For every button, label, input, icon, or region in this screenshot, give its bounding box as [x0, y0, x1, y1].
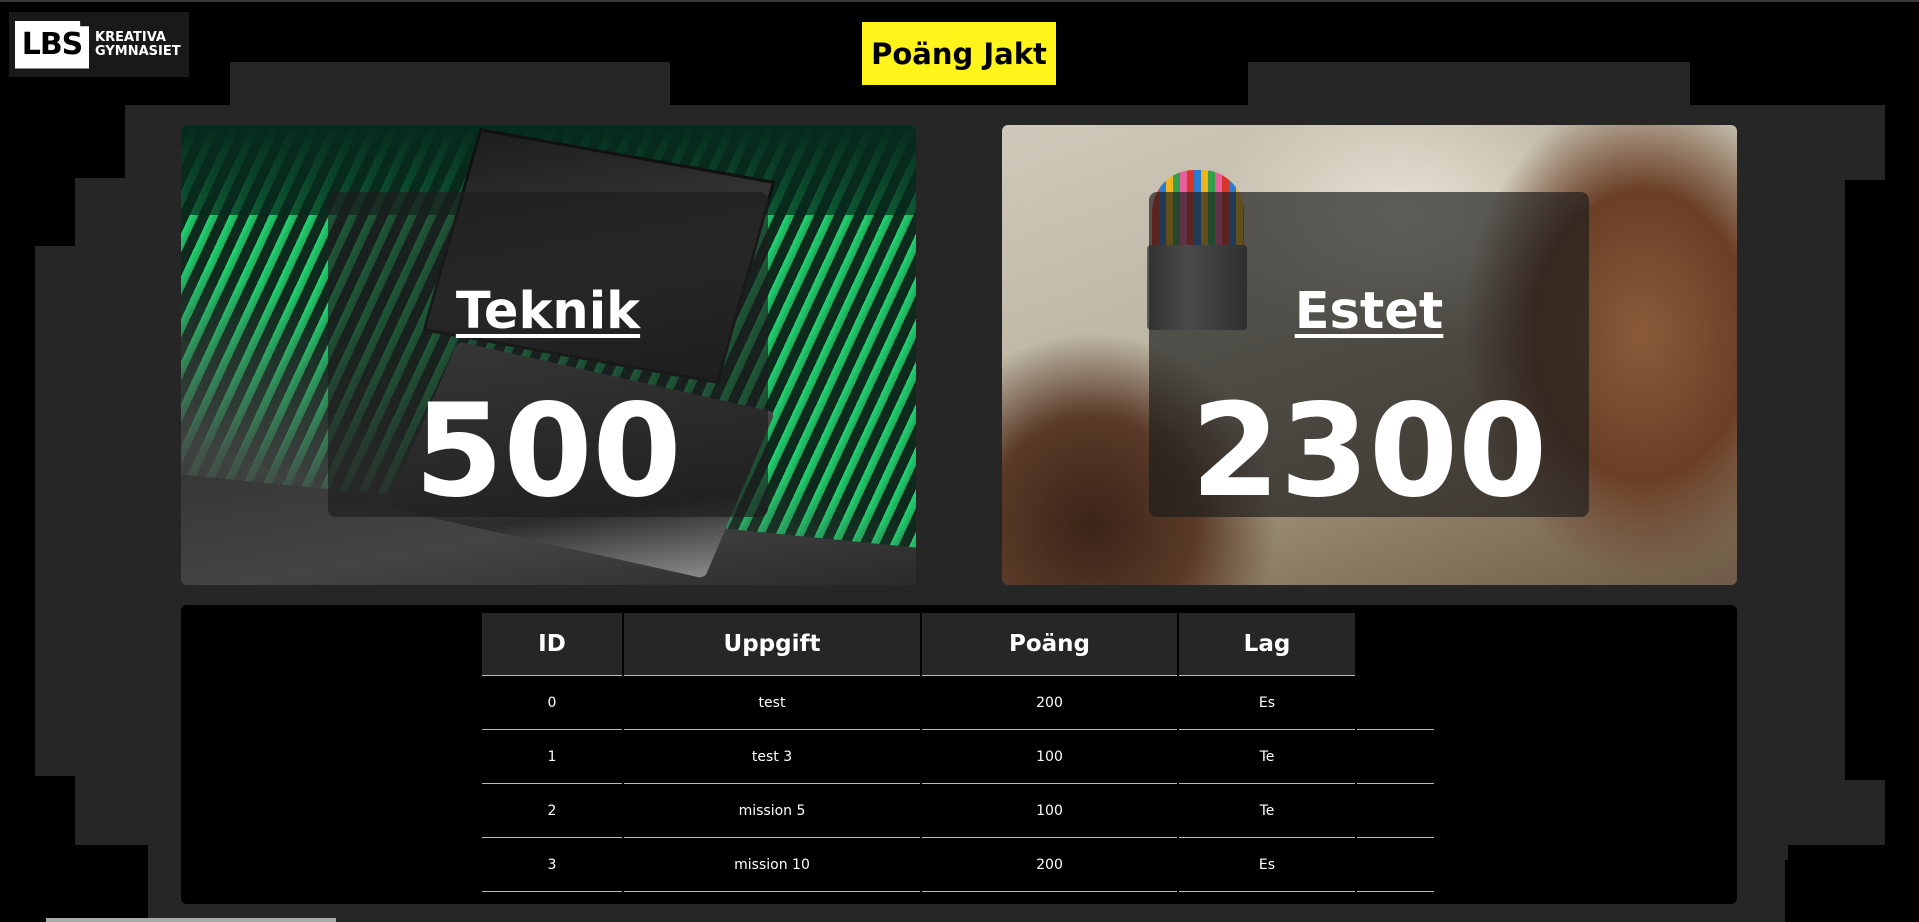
cell-poang: 100	[922, 784, 1177, 838]
cell-uppgift: mission 10	[624, 838, 920, 892]
table-header-row: ID Uppgift Poäng Lag	[482, 613, 1434, 676]
table-row: 3 mission 10 200 Es	[482, 838, 1434, 892]
cell-spacer	[1357, 838, 1434, 892]
cell-lag: Es	[1179, 676, 1355, 730]
team-card-teknik: Teknik 500	[181, 125, 916, 585]
background-notch	[1785, 860, 1919, 922]
column-header-uppgift: Uppgift	[624, 613, 920, 676]
team-name: Teknik	[455, 282, 641, 341]
top-border	[0, 0, 1919, 2]
cell-uppgift: test	[624, 676, 920, 730]
cell-id: 1	[482, 730, 622, 784]
lbs-logo-text: KREATIVA GYMNASIET	[95, 29, 181, 59]
cell-poang: 200	[922, 676, 1177, 730]
cell-id: 0	[482, 676, 622, 730]
cell-lag: Te	[1179, 730, 1355, 784]
cell-id: 2	[482, 784, 622, 838]
bottom-scroll-indicator	[46, 918, 336, 922]
tasks-table-panel: ID Uppgift Poäng Lag 0 test 200 Es 1 tes…	[181, 605, 1737, 904]
lbs-logo[interactable]: LBS KREATIVA GYMNASIET	[9, 12, 189, 77]
lbs-logo-mark: LBS	[15, 20, 89, 69]
cell-spacer	[1357, 784, 1434, 838]
page-title: Poäng Jakt	[862, 22, 1056, 85]
score-overlay: Teknik 500	[328, 192, 768, 517]
team-name: Estet	[1294, 282, 1444, 341]
background-notch	[1845, 640, 1919, 780]
cell-lag: Es	[1179, 838, 1355, 892]
cell-spacer	[1357, 730, 1434, 784]
table-row: 1 test 3 100 Te	[482, 730, 1434, 784]
logo-line-1: KREATIVA	[95, 29, 166, 45]
team-score: 2300	[1190, 377, 1548, 526]
table-row: 0 test 200 Es	[482, 676, 1434, 730]
score-overlay: Estet 2300	[1149, 192, 1589, 517]
team-card-estet: Estet 2300	[1002, 125, 1737, 585]
column-header-id: ID	[482, 613, 622, 676]
tasks-table: ID Uppgift Poäng Lag 0 test 200 Es 1 tes…	[480, 613, 1436, 892]
logo-line-2: GYMNASIET	[95, 43, 181, 59]
cell-poang: 100	[922, 730, 1177, 784]
background-block	[1248, 62, 1690, 107]
background-notch	[1845, 200, 1919, 325]
column-header-lag: Lag	[1179, 613, 1355, 676]
cell-spacer	[1357, 676, 1434, 730]
column-header-poang: Poäng	[922, 613, 1177, 676]
cell-uppgift: test 3	[624, 730, 920, 784]
cell-uppgift: mission 5	[624, 784, 920, 838]
team-score: 500	[414, 377, 682, 526]
table-row: 2 mission 5 100 Te	[482, 784, 1434, 838]
cell-id: 3	[482, 838, 622, 892]
cell-poang: 200	[922, 838, 1177, 892]
cell-lag: Te	[1179, 784, 1355, 838]
column-header-spacer	[1357, 613, 1434, 676]
background-block	[230, 62, 670, 107]
